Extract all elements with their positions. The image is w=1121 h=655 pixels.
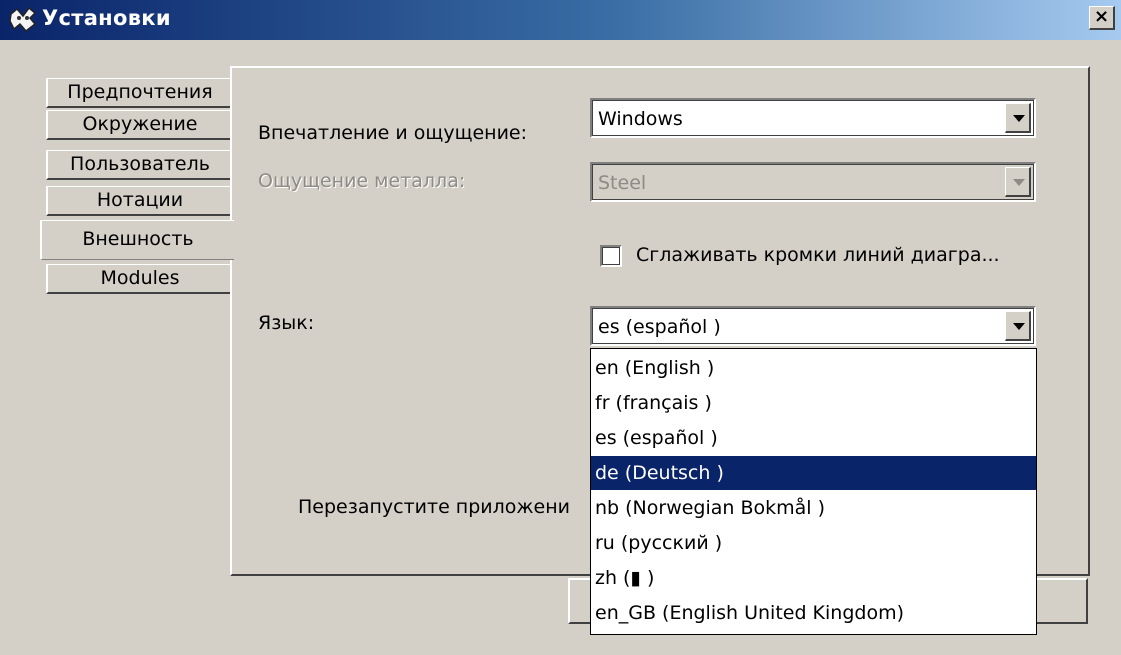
- metal-theme-label: Ощущение металла:: [258, 170, 466, 192]
- language-option-ru[interactable]: ru (русский ): [591, 526, 1036, 560]
- tab-label: Modules: [100, 267, 180, 289]
- settings-dialog: Установки × Предпочтения Окружение Польз…: [0, 0, 1121, 655]
- title-bar[interactable]: Установки ×: [0, 0, 1121, 40]
- look-and-feel-label: Впечатление и ощущение:: [258, 122, 528, 144]
- tab-label: Пользователь: [70, 153, 210, 175]
- metal-theme-select[interactable]: Steel: [590, 162, 1036, 202]
- tab-label: Предпочтения: [67, 81, 213, 103]
- chevron-down-icon[interactable]: [1005, 167, 1031, 197]
- language-option-zh[interactable]: zh (▮ ): [591, 561, 1036, 595]
- language-option-en-gb[interactable]: en_GB (English United Kingdom): [591, 596, 1036, 630]
- tab-label: Внешность: [82, 228, 194, 250]
- select-value: es (español ): [598, 316, 721, 338]
- app-logo-icon: [9, 6, 37, 33]
- tab-preferences[interactable]: Предпочтения: [46, 78, 232, 108]
- tab-notations[interactable]: Нотации: [46, 186, 232, 216]
- antialias-checkbox[interactable]: [600, 245, 622, 267]
- tab-modules[interactable]: Modules: [46, 264, 232, 294]
- close-button[interactable]: ×: [1089, 6, 1115, 30]
- language-option-nb[interactable]: nb (Norwegian Bokmål ): [591, 491, 1036, 525]
- language-option-de[interactable]: de (Deutsch ): [591, 456, 1036, 490]
- antialias-label[interactable]: Сглаживать кромки линий диагра...: [636, 244, 1000, 266]
- tab-environment[interactable]: Окружение: [46, 110, 232, 140]
- tab-label: Нотации: [96, 189, 184, 211]
- restart-note: Перезапустите приложени: [298, 496, 570, 518]
- language-dropdown-list[interactable]: en (English ) fr (français ) es (español…: [590, 348, 1037, 635]
- language-option-fr[interactable]: fr (français ): [591, 386, 1036, 420]
- tab-appearance[interactable]: Внешность: [40, 220, 234, 260]
- chevron-down-icon[interactable]: [1005, 103, 1031, 133]
- chevron-down-icon[interactable]: [1005, 311, 1031, 341]
- select-value: Windows: [598, 108, 683, 130]
- select-value: Steel: [598, 172, 647, 194]
- tab-user[interactable]: Пользователь: [46, 150, 232, 180]
- language-select[interactable]: es (español ): [590, 306, 1036, 346]
- language-option-es[interactable]: es (español ): [591, 421, 1036, 455]
- tab-label: Окружение: [82, 113, 198, 135]
- look-and-feel-select[interactable]: Windows: [590, 98, 1036, 138]
- language-label: Язык:: [258, 312, 315, 334]
- close-icon: ×: [1093, 6, 1110, 27]
- window-title: Установки: [42, 6, 171, 30]
- language-option-en[interactable]: en (English ): [591, 351, 1036, 385]
